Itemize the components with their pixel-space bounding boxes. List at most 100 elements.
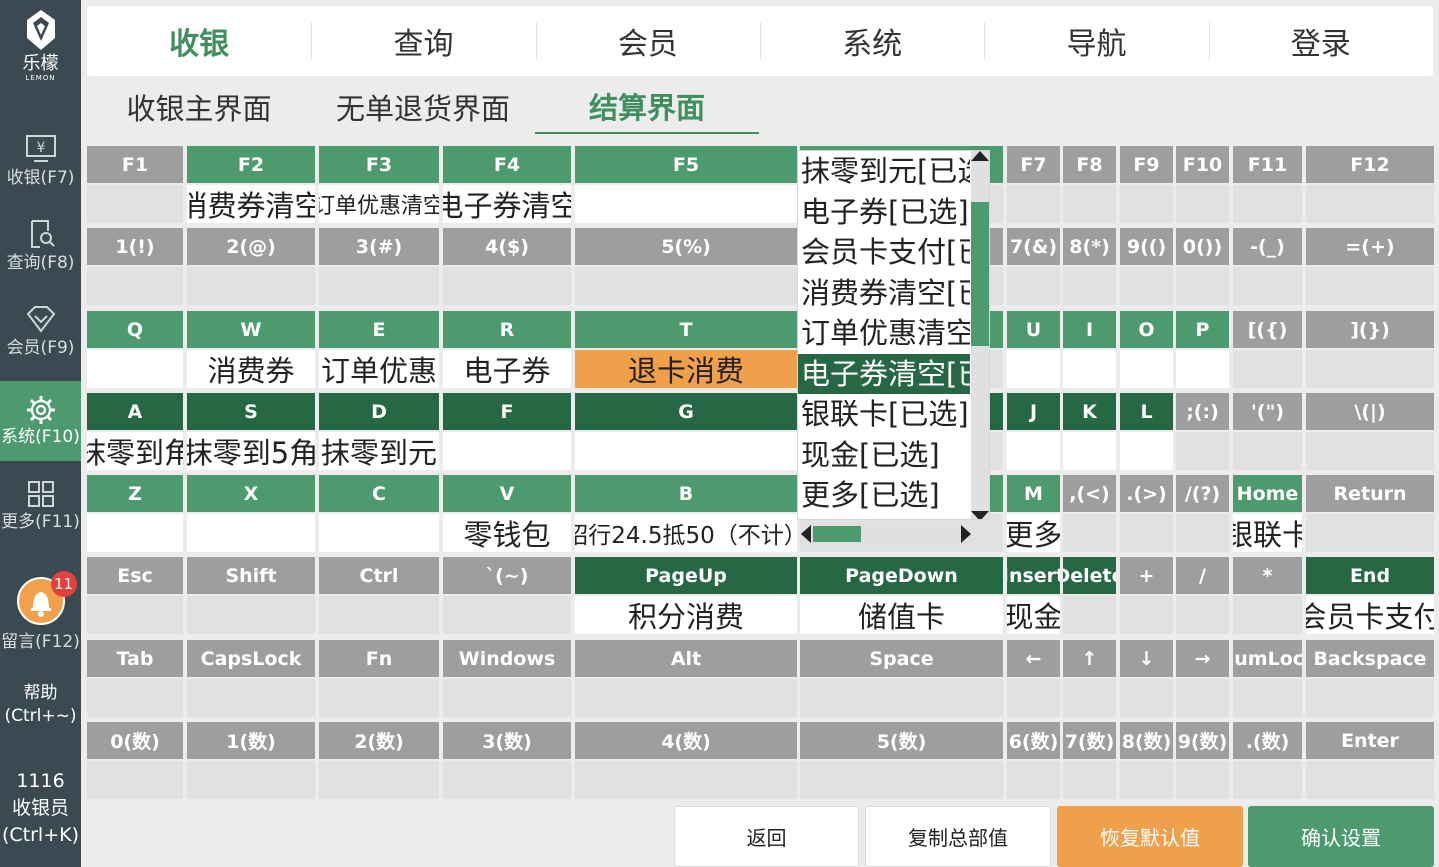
key-label[interactable]: F8 bbox=[1063, 146, 1116, 183]
sidebar-item-more[interactable]: 更多(F11) bbox=[0, 480, 81, 560]
tab-cashier[interactable]: 收银 bbox=[87, 6, 311, 76]
key-label[interactable]: F bbox=[443, 393, 571, 430]
key-value-slot[interactable] bbox=[187, 761, 315, 799]
key-label[interactable]: F5 bbox=[575, 146, 797, 183]
dropdown-option[interactable]: 消费券清空[已选] bbox=[798, 273, 970, 314]
key-label[interactable]: PageUp bbox=[575, 557, 797, 594]
subtab-cashier-main[interactable]: 收银主界面 bbox=[87, 80, 311, 134]
key-value-slot[interactable] bbox=[187, 596, 315, 634]
key-value-slot[interactable] bbox=[1063, 350, 1116, 388]
key-label[interactable]: 3(#) bbox=[319, 228, 439, 265]
key-label[interactable]: / bbox=[1176, 557, 1229, 594]
sidebar-item-cashier[interactable]: ¥ 收银(F7) bbox=[0, 134, 81, 214]
key-value-slot[interactable] bbox=[1306, 514, 1434, 552]
key-value-slot[interactable] bbox=[1063, 679, 1116, 717]
key-value-slot[interactable] bbox=[1007, 761, 1060, 799]
key-value-slot[interactable] bbox=[443, 596, 571, 634]
key-label[interactable]: 1(数) bbox=[187, 722, 315, 759]
key-label[interactable]: F1 bbox=[87, 146, 183, 183]
key-label[interactable]: + bbox=[1120, 557, 1173, 594]
key-label[interactable]: O bbox=[1120, 311, 1173, 348]
key-value-slot[interactable] bbox=[443, 432, 571, 470]
key-value-slot[interactable] bbox=[1176, 185, 1229, 223]
key-value-slot[interactable] bbox=[1233, 596, 1302, 634]
key-label[interactable]: J bbox=[1007, 393, 1060, 430]
key-value-slot[interactable] bbox=[319, 514, 439, 552]
key-label[interactable]: Backspace bbox=[1306, 640, 1434, 677]
key-value-slot[interactable] bbox=[1120, 596, 1173, 634]
sidebar-item-system[interactable]: 系统(F10) bbox=[0, 381, 81, 461]
key-value-slot[interactable] bbox=[1063, 432, 1116, 470]
dropdown-option[interactable]: 会员卡支付[已选] bbox=[798, 232, 970, 273]
key-label[interactable]: Z bbox=[87, 475, 183, 512]
key-label[interactable]: Fn bbox=[319, 640, 439, 677]
confirm-settings-button[interactable]: 确认设置 bbox=[1248, 806, 1434, 867]
key-value-slot[interactable]: 零钱包 bbox=[443, 514, 571, 552]
key-label[interactable]: U bbox=[1007, 311, 1060, 348]
key-value-slot[interactable]: 抹零到角 bbox=[87, 432, 183, 470]
key-label[interactable]: ;(:) bbox=[1176, 393, 1229, 430]
key-label[interactable]: P bbox=[1176, 311, 1229, 348]
key-value-slot[interactable] bbox=[1007, 350, 1060, 388]
key-label[interactable]: 9(() bbox=[1120, 228, 1173, 265]
key-label[interactable]: End bbox=[1306, 557, 1434, 594]
tab-system[interactable]: 系统 bbox=[759, 6, 984, 76]
key-value-slot[interactable]: 电子券 bbox=[443, 350, 571, 388]
key-value-slot[interactable] bbox=[1063, 596, 1116, 634]
key-label[interactable]: B bbox=[575, 475, 797, 512]
key-value-slot[interactable] bbox=[1063, 761, 1116, 799]
key-label[interactable]: [({) bbox=[1233, 311, 1302, 348]
key-value-slot[interactable] bbox=[575, 761, 797, 799]
key-value-slot[interactable] bbox=[1007, 432, 1060, 470]
key-value-slot[interactable]: 银联卡 bbox=[1233, 514, 1302, 552]
key-value-slot[interactable] bbox=[1063, 185, 1116, 223]
key-label[interactable]: F7 bbox=[1007, 146, 1060, 183]
key-value-slot[interactable]: 订单优惠 bbox=[319, 350, 439, 388]
key-label[interactable]: F4 bbox=[443, 146, 571, 183]
key-label[interactable]: F9 bbox=[1120, 146, 1173, 183]
key-label[interactable]: .(>) bbox=[1120, 475, 1173, 512]
back-button[interactable]: 返回 bbox=[674, 806, 859, 867]
key-label[interactable]: PageDown bbox=[800, 557, 1003, 594]
tab-login[interactable]: 登录 bbox=[1208, 6, 1433, 76]
key-value-slot[interactable] bbox=[1007, 185, 1060, 223]
key-label[interactable]: -(_) bbox=[1233, 228, 1302, 265]
key-value-slot[interactable]: 更多 bbox=[1007, 514, 1060, 552]
key-value-slot[interactable] bbox=[443, 267, 571, 305]
key-label[interactable]: Shift bbox=[187, 557, 315, 594]
key-label[interactable]: 4(数) bbox=[575, 722, 797, 759]
key-value-slot[interactable]: 订单优惠清空 bbox=[319, 185, 439, 223]
key-value-slot[interactable]: 消费券清空 bbox=[187, 185, 315, 223]
key-label[interactable]: CapsLock bbox=[187, 640, 315, 677]
key-label[interactable]: 0()) bbox=[1176, 228, 1229, 265]
key-value-slot[interactable] bbox=[87, 596, 183, 634]
dropdown-option[interactable]: 电子券清空[已选] bbox=[798, 353, 970, 394]
user-info[interactable]: 1116 收银员 (Ctrl+K) bbox=[0, 768, 81, 849]
key-value-slot[interactable] bbox=[1120, 761, 1173, 799]
key-label[interactable]: A bbox=[87, 393, 183, 430]
key-label[interactable]: 1(!) bbox=[87, 228, 183, 265]
key-label[interactable]: Home bbox=[1233, 475, 1302, 512]
scroll-left-arrow-icon[interactable] bbox=[801, 525, 811, 543]
dropdown-horizontal-scrollbar[interactable] bbox=[801, 523, 971, 545]
key-label[interactable]: F3 bbox=[319, 146, 439, 183]
key-value-slot[interactable] bbox=[443, 679, 571, 717]
dropdown-option[interactable]: 更多[已选] bbox=[798, 475, 970, 516]
key-label[interactable]: Tab bbox=[87, 640, 183, 677]
key-value-slot[interactable] bbox=[1120, 267, 1173, 305]
key-value-slot[interactable] bbox=[1233, 185, 1302, 223]
key-label[interactable]: F11 bbox=[1233, 146, 1302, 183]
tab-navigation[interactable]: 导航 bbox=[984, 6, 1208, 76]
key-label[interactable]: 8(*) bbox=[1063, 228, 1116, 265]
key-value-slot[interactable] bbox=[1176, 267, 1229, 305]
dropdown-option[interactable]: 订单优惠清空[已选] bbox=[798, 313, 970, 354]
key-label[interactable]: 6(数) bbox=[1007, 722, 1060, 759]
subtab-settlement[interactable]: 结算界面 bbox=[535, 80, 759, 134]
key-value-slot[interactable] bbox=[319, 679, 439, 717]
key-label[interactable]: * bbox=[1233, 557, 1302, 594]
key-label[interactable]: 7(&) bbox=[1007, 228, 1060, 265]
key-value-slot[interactable]: 抹零到元 bbox=[319, 432, 439, 470]
key-label[interactable]: Windows bbox=[443, 640, 571, 677]
key-value-slot[interactable] bbox=[800, 761, 1003, 799]
key-value-slot[interactable] bbox=[1233, 761, 1302, 799]
